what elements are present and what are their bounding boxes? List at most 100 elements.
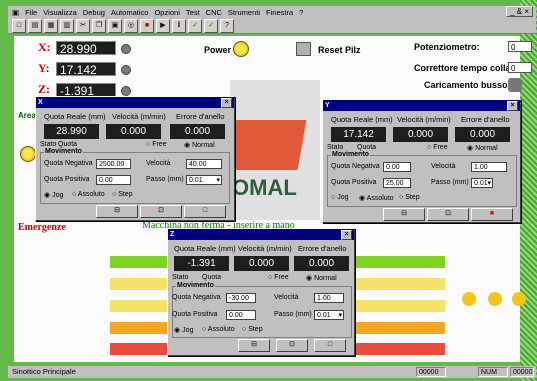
close-icon[interactable]: × <box>221 97 232 108</box>
movimento-label: Movimento <box>44 148 83 155</box>
radio-assoluto[interactable]: ◉ Assoluto <box>359 194 394 202</box>
radio-jog[interactable]: ◉ Jog <box>174 326 193 334</box>
axis-window-z: Z × Quota Reale (mm) Velocità (m/min) Err… <box>167 228 355 356</box>
passo-label: Passo (mm) <box>431 179 469 186</box>
correttore-field[interactable]: 0 <box>508 62 532 73</box>
vel-field[interactable]: 1.00 <box>471 162 507 172</box>
radio-jog[interactable]: ○ Jog <box>331 194 348 201</box>
new-icon[interactable]: □ <box>12 18 26 33</box>
radio-assoluto-label: Assoluto <box>77 191 105 198</box>
menu-cnc[interactable]: CNC <box>206 8 222 17</box>
cut-icon[interactable]: ✂ <box>76 18 90 33</box>
axis-x-lock-icon[interactable] <box>121 44 131 54</box>
potenziometro-field[interactable]: 0 <box>508 41 532 52</box>
passo-label: Passo (mm) <box>146 176 184 183</box>
check-icon[interactable]: ✓ <box>188 18 202 33</box>
axis-z-label: Z: <box>38 82 50 96</box>
header-errore: Errore d'anello <box>461 115 510 124</box>
vel-label: Velocità <box>146 160 171 167</box>
radio-free[interactable]: ○ Free <box>268 274 289 281</box>
print-icon[interactable]: ▥ <box>60 18 74 33</box>
header-velocita: Velocità (m/min) <box>112 112 166 121</box>
toolbar: □ ▤ ▦ ▥ ✂ ❐ ▣ ◎ ■ ▶ ‖ ✓ ✓ ? <box>8 18 536 34</box>
radio-normal[interactable]: ◉ Normal <box>184 141 215 149</box>
pos-field[interactable]: 0.00 <box>96 175 131 185</box>
menu-visualizza[interactable]: Visualizza <box>43 8 77 17</box>
passo-select[interactable]: 0.01 <box>314 310 344 321</box>
axis-y-lock-icon[interactable] <box>121 65 131 75</box>
save-icon[interactable]: ▦ <box>44 18 58 33</box>
minus-button[interactable]: ⊟ <box>383 208 425 221</box>
axis-z-lock-icon[interactable] <box>121 86 131 96</box>
reset-icon[interactable] <box>296 42 311 56</box>
radio-assoluto[interactable]: ○ Assoluto <box>72 191 105 198</box>
stop-button[interactable]: ⊡ <box>427 208 469 221</box>
vel-field[interactable]: 1.00 <box>314 293 344 303</box>
radio-jog[interactable]: ◉ Jog <box>44 191 63 199</box>
radio-step[interactable]: ○ Step <box>112 191 133 198</box>
stop-icon[interactable]: ■ <box>140 18 154 33</box>
play-icon[interactable]: ▶ <box>156 18 170 33</box>
menu-help[interactable]: ? <box>299 8 303 17</box>
correttore-label: Correttore tempo colla: <box>414 63 514 73</box>
radio-free[interactable]: ○ Free <box>146 141 167 148</box>
display-errore: 0.000 <box>170 124 225 139</box>
menu-debug[interactable]: Debug <box>83 8 105 17</box>
neg-field[interactable]: 0.00 <box>383 162 411 172</box>
stop-button[interactable]: ⊡ <box>276 339 308 352</box>
open-icon[interactable]: ▤ <box>28 18 42 33</box>
radio-normal[interactable]: ◉ Normal <box>306 274 337 282</box>
radio-step[interactable]: ○ Step <box>242 326 263 333</box>
plus-button[interactable]: ■ <box>471 208 513 221</box>
window-z-titlebar[interactable]: Z × <box>168 229 354 240</box>
menu-automatico[interactable]: Automatico <box>111 8 149 17</box>
close-icon[interactable]: × <box>341 229 352 240</box>
status-bar-3 <box>110 300 170 312</box>
passo-select[interactable]: 0.01 <box>471 178 493 189</box>
radio-free[interactable]: ○ Free <box>427 144 448 151</box>
step-icon[interactable]: ‖ <box>172 18 186 33</box>
zoom-icon[interactable]: ◎ <box>124 18 138 33</box>
minus-button[interactable]: ⊟ <box>96 205 138 218</box>
pos-field[interactable]: 25.00 <box>383 178 411 188</box>
axis-z-value: -1.391 <box>56 83 116 98</box>
minus-button[interactable]: ⊟ <box>238 339 270 352</box>
copy-icon[interactable]: ❐ <box>92 18 106 33</box>
menu-strumenti[interactable]: Strumenti <box>228 8 260 17</box>
power-lightbulb-icon[interactable] <box>233 41 249 57</box>
passo-select[interactable]: 0.01 <box>186 175 222 186</box>
window-x-titlebar[interactable]: X × <box>36 97 234 108</box>
check2-icon[interactable]: ✓ <box>204 18 218 33</box>
window-y-titlebar[interactable]: Y × <box>323 100 520 111</box>
axis-x-value: 28.990 <box>56 41 116 56</box>
display-errore: 0.000 <box>455 127 510 142</box>
menu-opzioni[interactable]: Opzioni <box>154 8 179 17</box>
menu-test[interactable]: Test <box>186 8 200 17</box>
display-quota-reale: 17.142 <box>331 127 386 142</box>
axis-y-label: Y: <box>38 61 50 75</box>
bushing-icon[interactable] <box>508 78 522 92</box>
reset-label: Reset Pilz <box>318 45 361 55</box>
paste-icon[interactable]: ▣ <box>108 18 122 33</box>
header-quota-reale: Quota Reale (mm) <box>331 115 393 124</box>
area-label: Area <box>18 111 36 120</box>
plus-button[interactable]: □ <box>184 205 226 218</box>
vel-field[interactable]: 40.00 <box>186 159 222 169</box>
vel-label: Velocità <box>431 163 456 170</box>
radio-normal[interactable]: ◉ Normal <box>467 144 498 152</box>
close-icon[interactable]: × <box>507 100 518 111</box>
menu-file[interactable]: File <box>25 8 37 17</box>
neg-field[interactable]: -30.00 <box>226 293 256 303</box>
axis-x-label: X: <box>38 40 51 54</box>
radio-step[interactable]: ○ Step <box>399 194 420 201</box>
radio-assoluto[interactable]: ○ Assoluto <box>202 326 235 333</box>
plus-button[interactable]: □ <box>314 339 346 352</box>
stop-button[interactable]: ⊡ <box>140 205 182 218</box>
neg-field[interactable]: 2500.00 <box>96 159 131 169</box>
area-lightbulb-icon[interactable] <box>20 146 36 162</box>
menu-finestra[interactable]: Finestra <box>266 8 293 17</box>
info-icon[interactable]: ? <box>220 18 234 33</box>
status-bar-5 <box>110 343 170 355</box>
mdi-controls[interactable]: _ & × <box>506 6 533 17</box>
pos-field[interactable]: 0.00 <box>226 310 256 320</box>
